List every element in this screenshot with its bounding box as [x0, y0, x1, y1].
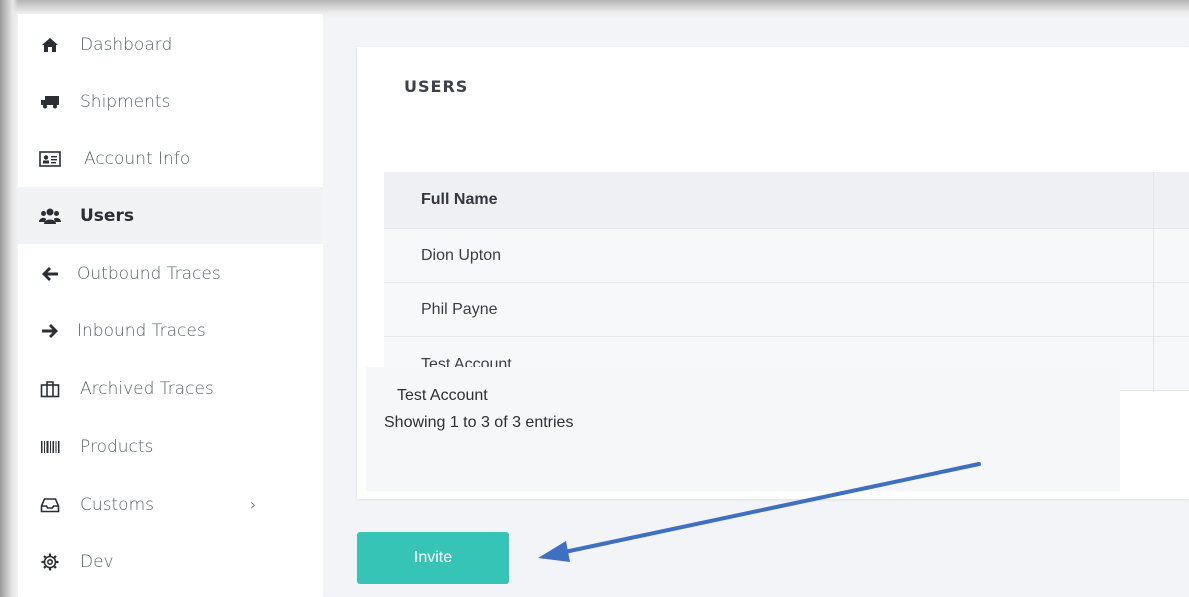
sidebar-item-label: Shipments: [80, 91, 171, 112]
sidebar-item-dashboard[interactable]: Dashboard: [18, 16, 323, 73]
gear-icon: [38, 550, 62, 574]
sidebar-item-users[interactable]: Users: [18, 187, 323, 244]
users-table: Full Name Dion Upton Phil Payne Test Acc…: [384, 172, 1189, 392]
table-cell-full-name: Phil Payne: [421, 300, 498, 318]
sidebar-item-label: Inbound Traces: [77, 320, 206, 341]
sidebar-item-label: Customs: [80, 494, 154, 515]
home-icon: [38, 33, 62, 57]
inbox-icon: [38, 493, 62, 517]
sidebar-item-products[interactable]: Products: [18, 418, 323, 475]
sidebar-item-outbound-traces[interactable]: Outbound Traces: [18, 245, 323, 302]
sidebar-item-dev[interactable]: Dev: [18, 533, 323, 590]
column-divider: [1153, 172, 1154, 392]
sidebar-item-customs[interactable]: Customs ›: [18, 476, 323, 533]
sidebar-item-label: Outbound Traces: [77, 263, 221, 284]
sidebar-item-account-info[interactable]: Account Info: [18, 130, 323, 187]
frame-shadow: [0, 0, 18, 597]
column-header-full-name[interactable]: Full Name: [421, 191, 497, 209]
sidebar-item-archived-traces[interactable]: Archived Traces: [18, 360, 323, 417]
table-row[interactable]: Dion Upton: [384, 229, 1189, 283]
sidebar-item-label: Dev: [80, 551, 114, 572]
archive-icon: [38, 377, 62, 401]
users-icon: [38, 204, 62, 228]
truck-icon: [38, 90, 62, 114]
invite-button[interactable]: Invite: [357, 532, 509, 584]
sidebar: Dashboard Shipments Account Info Users O…: [18, 14, 323, 597]
table-row[interactable]: Phil Payne: [384, 283, 1189, 337]
sidebar-item-label: Products: [80, 436, 154, 457]
id-card-icon: [38, 147, 62, 171]
table-cell-full-name: Dion Upton: [421, 246, 502, 264]
page-title: USERS: [404, 77, 469, 96]
sidebar-item-label: Account Info: [84, 148, 191, 169]
sidebar-item-label: Users: [80, 205, 134, 226]
table-header-row: Full Name: [384, 172, 1189, 229]
arrow-right-icon: [38, 319, 62, 343]
barcode-icon: [38, 435, 62, 459]
sidebar-item-shipments[interactable]: Shipments: [18, 73, 323, 130]
sidebar-item-label: Archived Traces: [80, 378, 214, 399]
entries-info: Showing 1 to 3 of 3 entries: [384, 414, 574, 431]
tooltip-full-name: Test Account: [397, 387, 488, 405]
arrow-left-icon: [38, 262, 62, 286]
sidebar-item-label: Dashboard: [80, 34, 173, 55]
sidebar-item-inbound-traces[interactable]: Inbound Traces: [18, 302, 323, 359]
chevron-right-icon: ›: [250, 495, 257, 514]
